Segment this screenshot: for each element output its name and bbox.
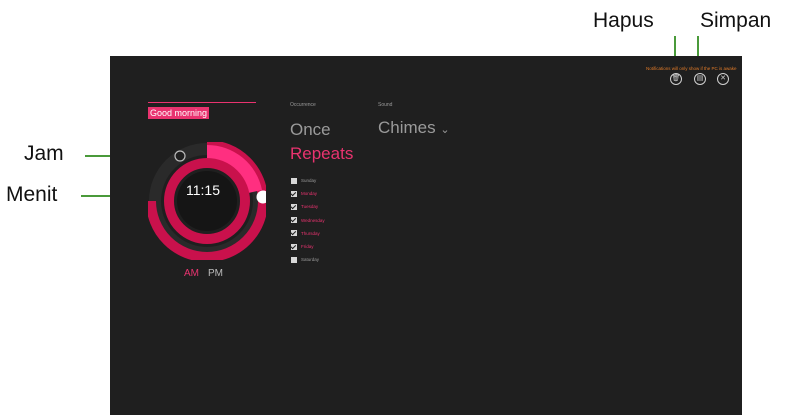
occurrence-repeats-option[interactable]: Repeats (290, 144, 353, 164)
checkbox-monday[interactable] (291, 190, 297, 197)
day-label-saturday: Saturday (301, 257, 320, 263)
day-label-tuesday: Tuesday (301, 204, 319, 210)
checkbox-thursday[interactable] (291, 230, 297, 237)
sound-value: Chimes (378, 118, 436, 137)
save-icon: ▤ (696, 75, 704, 82)
day-label-friday: Friday (301, 244, 314, 250)
trash-icon: 🗑 (671, 75, 681, 82)
day-row-thursday[interactable]: Thursday (291, 227, 325, 240)
sound-dropdown[interactable]: Chimes ⌄ (378, 118, 450, 138)
day-row-friday[interactable]: Friday (291, 240, 325, 253)
notification-notice: Notifications will only show if the PC i… (646, 66, 737, 71)
day-row-monday[interactable]: Monday (291, 187, 325, 200)
day-label-monday: Monday (301, 191, 318, 197)
sound-label: Sound (378, 102, 393, 108)
day-list: Sunday Monday Tuesday Wednesday Thursday… (291, 174, 325, 266)
checkbox-wednesday[interactable] (291, 217, 297, 224)
save-button[interactable]: ▤ (694, 73, 706, 85)
day-row-sunday[interactable]: Sunday (291, 174, 325, 187)
day-row-wednesday[interactable]: Wednesday (291, 214, 325, 227)
day-row-saturday[interactable]: Saturday (291, 253, 325, 266)
day-label-sunday: Sunday (301, 178, 317, 184)
occurrence-once-option[interactable]: Once (290, 120, 331, 140)
minute-callout-label: Menit (6, 183, 58, 206)
alarm-name-text: Good morning (148, 107, 210, 119)
delete-callout-label: Hapus (593, 9, 654, 32)
am-toggle[interactable]: AM (184, 268, 199, 279)
occurrence-label: Occurrence (290, 102, 316, 108)
hour-callout-label: Jam (24, 142, 64, 165)
day-label-wednesday: Wednesday (301, 217, 325, 223)
day-label-thursday: Thursday (301, 230, 320, 236)
dial-center (177, 171, 237, 231)
alarm-name-field[interactable]: Good morning (148, 102, 256, 119)
close-button[interactable]: ✕ (717, 73, 729, 85)
time-dial[interactable] (148, 142, 266, 260)
save-callout-label: Simpan (700, 9, 772, 32)
checkbox-tuesday[interactable] (291, 203, 297, 210)
delete-button[interactable]: 🗑 (670, 73, 682, 85)
checkbox-saturday[interactable] (291, 256, 297, 263)
alarm-edit-screen: Good morning 11:15 AM PM Occurrence Once… (110, 56, 742, 415)
day-row-tuesday[interactable]: Tuesday (291, 200, 325, 213)
close-icon: ✕ (720, 75, 726, 82)
checkbox-friday[interactable] (291, 243, 297, 250)
time-display: 11:15 (186, 182, 220, 198)
checkbox-sunday[interactable] (291, 177, 297, 184)
hour-handle (174, 150, 186, 162)
chevron-down-icon: ⌄ (440, 124, 450, 136)
pm-toggle[interactable]: PM (208, 268, 223, 279)
